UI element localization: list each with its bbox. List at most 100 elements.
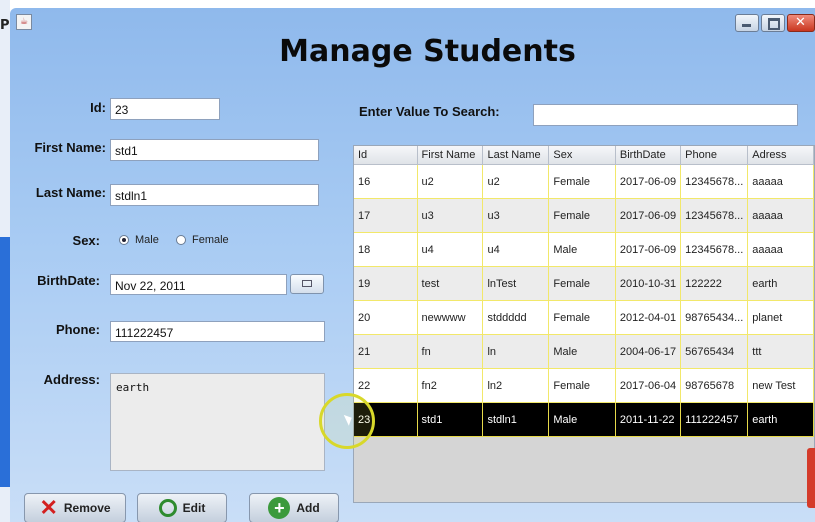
maximize-button[interactable] xyxy=(761,14,785,32)
sex-label: Sex: xyxy=(72,233,100,248)
cell-id: 16 xyxy=(354,164,418,199)
last-name-field[interactable]: stdln1 xyxy=(110,184,319,206)
edit-button[interactable]: Edit xyxy=(137,493,227,522)
cell-address: new Test xyxy=(747,368,814,403)
table-row-selected[interactable]: 23 std1 stdln1 Male 2011-11-22 111222457… xyxy=(354,402,814,437)
table-row[interactable]: 22 fn2 ln2 Female 2017-06-04 98765678 ne… xyxy=(354,368,814,403)
search-label: Enter Value To Search: xyxy=(359,104,500,119)
students-table[interactable]: Id First Name Last Name Sex BirthDate Ph… xyxy=(353,145,815,503)
cell-first-name: newwww xyxy=(417,300,484,335)
remove-button-label: Remove xyxy=(63,501,111,515)
remove-button[interactable]: ✕ Remove xyxy=(24,493,126,522)
cell-birthdate: 2010-10-31 xyxy=(615,266,682,301)
cell-address: earth xyxy=(747,402,814,437)
sex-radio-female[interactable]: Female xyxy=(176,234,229,246)
cell-id: 17 xyxy=(354,198,418,233)
minimize-button[interactable] xyxy=(735,14,759,32)
table-row[interactable]: 16 u2 u2 Female 2017-06-09 12345678... a… xyxy=(354,164,814,199)
desktop-background xyxy=(0,0,10,522)
cell-first-name: std1 xyxy=(417,402,484,437)
column-header-id[interactable]: Id xyxy=(354,146,418,165)
partial-red-button[interactable] xyxy=(807,448,815,508)
calendar-icon xyxy=(302,280,312,287)
close-button[interactable]: ✕ xyxy=(787,14,815,32)
students-grid: Id First Name Last Name Sex BirthDate Ph… xyxy=(354,146,814,437)
column-header-first-name[interactable]: First Name xyxy=(417,146,484,165)
address-textarea[interactable]: earth xyxy=(110,373,325,471)
birthdate-label: BirthDate: xyxy=(37,273,100,288)
id-label: Id: xyxy=(90,100,106,115)
id-field[interactable]: 23 xyxy=(110,98,220,120)
cell-address: aaaaa xyxy=(747,232,814,267)
table-row[interactable]: 18 u4 u4 Male 2017-06-09 12345678... aaa… xyxy=(354,232,814,267)
birthdate-field[interactable]: Nov 22, 2011 xyxy=(110,274,287,295)
cell-sex: Female xyxy=(548,300,616,335)
cell-birthdate: 2017-06-04 xyxy=(615,368,682,403)
phone-label: Phone: xyxy=(55,322,100,337)
cell-last-name: ln xyxy=(482,334,550,369)
column-header-sex[interactable]: Sex xyxy=(548,146,616,165)
first-name-field[interactable]: std1 xyxy=(110,139,319,161)
table-row[interactable]: 20 newwww stddddd Female 2012-04-01 9876… xyxy=(354,300,814,335)
manage-students-window: ☕ ✕ Manage Students Id: 23 First Name: s… xyxy=(10,8,815,522)
column-header-phone[interactable]: Phone xyxy=(680,146,749,165)
cell-phone: 98765678 xyxy=(680,368,749,403)
sex-option-label: Female xyxy=(192,234,229,246)
cell-sex: Female xyxy=(548,198,616,233)
phone-field[interactable]: 111222457 xyxy=(110,321,325,342)
cell-first-name: u4 xyxy=(417,232,484,267)
java-app-icon[interactable]: ☕ xyxy=(16,14,32,30)
cell-first-name: u2 xyxy=(417,164,484,199)
radio-selected-icon xyxy=(119,235,129,245)
sex-option-label: Male xyxy=(135,234,159,246)
cell-birthdate: 2017-06-09 xyxy=(615,198,682,233)
cell-last-name: u2 xyxy=(482,164,550,199)
table-row[interactable]: 21 fn ln Male 2004-06-17 56765434 ttt xyxy=(354,334,814,369)
add-button[interactable]: + Add xyxy=(249,493,339,522)
cell-phone: 12345678... xyxy=(680,232,749,267)
table-row[interactable]: 17 u3 u3 Female 2017-06-09 12345678... a… xyxy=(354,198,814,233)
close-icon: ✕ xyxy=(795,15,806,30)
cell-first-name: fn2 xyxy=(417,368,484,403)
cell-sex: Female xyxy=(548,368,616,403)
cell-last-name: ln2 xyxy=(482,368,550,403)
cell-last-name: stddddd xyxy=(482,300,550,335)
table-row[interactable]: 19 test lnTest Female 2010-10-31 122222 … xyxy=(354,266,814,301)
cell-birthdate: 2012-04-01 xyxy=(615,300,682,335)
date-picker-button[interactable] xyxy=(290,274,324,294)
cell-phone: 12345678... xyxy=(680,198,749,233)
page-title: Manage Students xyxy=(279,34,576,69)
sex-radio-male[interactable]: Male xyxy=(119,234,159,246)
cell-last-name: u3 xyxy=(482,198,550,233)
cell-sex: Male xyxy=(548,402,616,437)
cell-sex: Female xyxy=(548,164,616,199)
remove-x-icon: ✕ xyxy=(39,495,58,520)
column-header-last-name[interactable]: Last Name xyxy=(482,146,550,165)
cell-birthdate: 2017-06-09 xyxy=(615,164,682,199)
address-label: Address: xyxy=(43,372,100,387)
cell-address: aaaaa xyxy=(747,198,814,233)
cell-last-name: u4 xyxy=(482,232,550,267)
radio-unselected-icon xyxy=(176,235,186,245)
minimize-icon xyxy=(742,24,751,27)
search-input[interactable] xyxy=(533,104,798,126)
table-header-row: Id First Name Last Name Sex BirthDate Ph… xyxy=(354,146,814,165)
cell-first-name: fn xyxy=(417,334,484,369)
edit-button-label: Edit xyxy=(182,501,206,515)
cell-phone: 111222457 xyxy=(680,402,749,437)
cell-first-name: u3 xyxy=(417,198,484,233)
cell-first-name: test xyxy=(417,266,484,301)
cell-phone: 12345678... xyxy=(680,164,749,199)
cell-address: ttt xyxy=(747,334,814,369)
cell-birthdate: 2017-06-09 xyxy=(615,232,682,267)
cell-address: planet xyxy=(747,300,814,335)
cell-phone: 98765434... xyxy=(680,300,749,335)
cell-last-name: stdln1 xyxy=(482,402,550,437)
maximize-icon xyxy=(768,18,780,30)
column-header-address[interactable]: Adress xyxy=(747,146,814,165)
add-plus-icon: + xyxy=(268,497,291,519)
column-header-birthdate[interactable]: BirthDate xyxy=(615,146,682,165)
cell-address: aaaaa xyxy=(747,164,814,199)
cell-last-name: lnTest xyxy=(482,266,550,301)
cell-sex: Female xyxy=(548,266,616,301)
